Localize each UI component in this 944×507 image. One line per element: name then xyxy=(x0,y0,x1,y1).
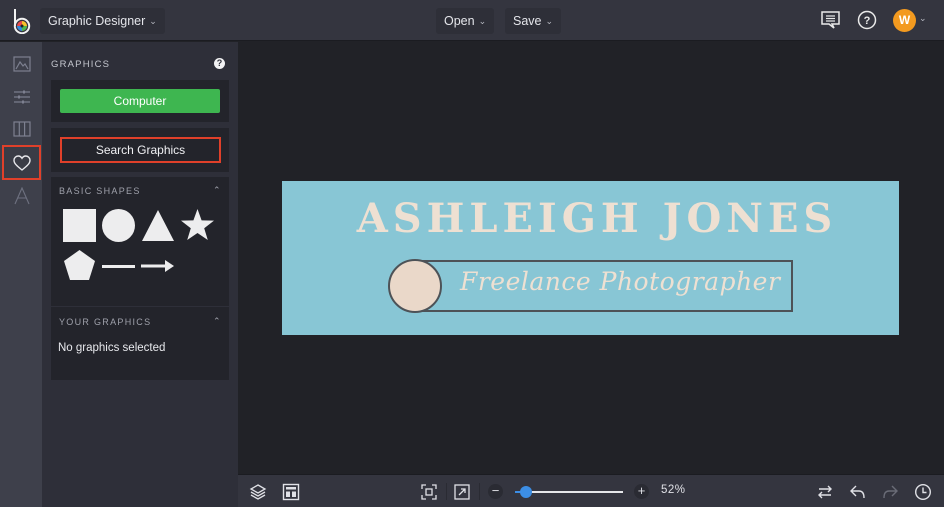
chevron-down-icon: ⌄ xyxy=(149,16,157,26)
design-canvas[interactable]: ASHLEIGH JONES Freelance Photographer xyxy=(282,181,899,335)
shape-pentagon[interactable] xyxy=(63,249,96,281)
search-card: Search Graphics xyxy=(51,128,229,172)
collapse-chevron-icon[interactable]: ⌃ xyxy=(213,316,221,327)
history-icon[interactable] xyxy=(914,483,932,501)
zoom-slider-thumb[interactable] xyxy=(520,486,532,498)
shape-arrow[interactable] xyxy=(141,259,175,273)
layers-icon[interactable] xyxy=(249,483,267,501)
divider xyxy=(479,483,480,500)
save-button[interactable]: Save ⌄ xyxy=(505,8,562,34)
design-tagline-text[interactable]: Freelance Photographer xyxy=(460,267,780,296)
help-icon[interactable]: ? xyxy=(856,9,878,31)
save-label: Save xyxy=(513,14,542,28)
app-name: Graphic Designer xyxy=(48,14,146,28)
upload-card: Computer xyxy=(51,80,229,122)
app-switcher-button[interactable]: Graphic Designer ⌄ xyxy=(40,8,165,34)
top-bar: Graphic Designer ⌄ Open ⌄ Save ⌄ ? W ⌄ xyxy=(0,0,944,41)
help-icon[interactable]: ? xyxy=(214,58,225,69)
layout-icon[interactable] xyxy=(282,483,300,501)
panel-title: GRAPHICS xyxy=(51,59,111,70)
shape-square[interactable] xyxy=(63,209,96,242)
zoom-in-button[interactable]: + xyxy=(634,484,649,499)
graphics-panel: GRAPHICS ? Computer Search Graphics BASI… xyxy=(42,42,238,507)
bottom-toolbar: − + 52% xyxy=(238,474,944,507)
rail-item-graphics[interactable] xyxy=(2,145,41,180)
open-button[interactable]: Open ⌄ xyxy=(436,8,495,34)
logo-icon[interactable] xyxy=(10,8,34,34)
zoom-out-button[interactable]: − xyxy=(488,484,503,499)
undo-icon[interactable] xyxy=(849,483,867,501)
chevron-down-icon[interactable]: ⌄ xyxy=(919,13,927,24)
design-name-text[interactable]: ASHLEIGH JONES xyxy=(282,195,899,242)
your-graphics-title: YOUR GRAPHICS xyxy=(59,317,152,327)
rail-item-frames[interactable] xyxy=(2,113,41,145)
empty-graphics-message: No graphics selected xyxy=(58,342,166,354)
swap-icon[interactable] xyxy=(816,483,834,501)
zoom-level: 52% xyxy=(661,484,686,496)
rail-item-image[interactable] xyxy=(2,48,41,80)
computer-upload-button[interactable]: Computer xyxy=(60,89,220,113)
image-icon xyxy=(12,56,31,72)
avatar[interactable]: W xyxy=(893,9,916,32)
shape-star[interactable] xyxy=(180,208,215,242)
chevron-down-icon: ⌄ xyxy=(545,16,554,26)
columns-icon xyxy=(12,121,31,137)
text-a-icon xyxy=(13,187,30,205)
shape-line[interactable] xyxy=(102,265,135,268)
shape-triangle[interactable] xyxy=(141,209,175,242)
redo-icon[interactable] xyxy=(881,483,899,501)
fit-to-screen-icon[interactable] xyxy=(420,483,438,501)
rail-item-adjust[interactable] xyxy=(2,81,41,113)
chevron-down-icon: ⌄ xyxy=(478,16,487,26)
shape-circle[interactable] xyxy=(102,209,135,242)
open-label: Open xyxy=(444,14,475,28)
sliders-icon xyxy=(13,90,30,104)
design-circle[interactable] xyxy=(388,259,442,313)
search-graphics-button[interactable]: Search Graphics xyxy=(60,137,221,163)
expand-icon[interactable] xyxy=(453,483,471,501)
collapse-chevron-icon[interactable]: ⌃ xyxy=(213,185,221,196)
svg-text:?: ? xyxy=(864,15,871,27)
heart-icon xyxy=(12,154,31,171)
tool-rail xyxy=(0,42,42,507)
rail-item-text[interactable] xyxy=(2,180,41,212)
chat-icon[interactable] xyxy=(820,9,842,31)
zoom-slider[interactable] xyxy=(515,486,623,498)
divider xyxy=(446,483,447,500)
basic-shapes-title: BASIC SHAPES xyxy=(59,186,141,196)
